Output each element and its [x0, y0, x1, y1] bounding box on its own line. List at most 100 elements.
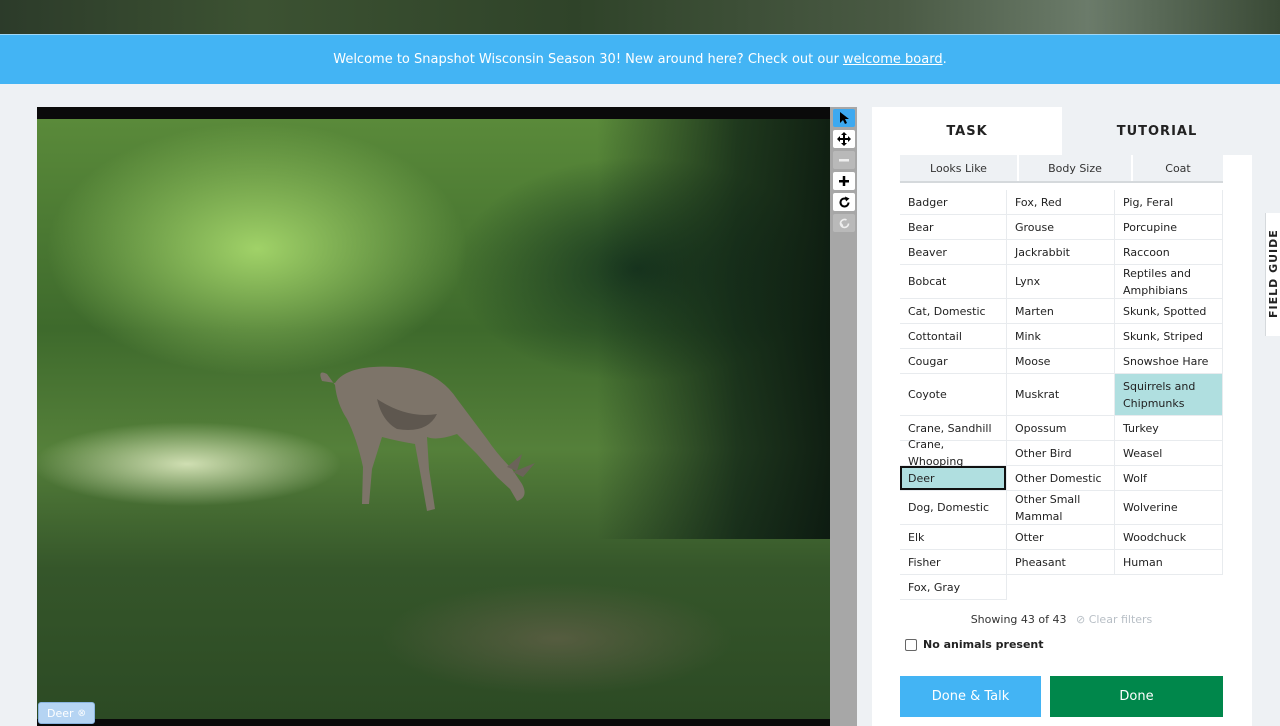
species-choice[interactable]: Moose — [1007, 349, 1115, 374]
task-tabs: TASK TUTORIAL — [872, 107, 1252, 155]
image-shadow — [597, 119, 830, 539]
species-choice-label: Other Small Mammal — [1015, 492, 1081, 523]
species-choice[interactable]: Cottontail — [900, 324, 1007, 349]
species-choice-label: Opossum — [1015, 421, 1067, 435]
filter-looks-like[interactable]: Looks Like — [900, 155, 1019, 181]
zoom-in-icon[interactable] — [833, 172, 855, 190]
tab-tutorial[interactable]: TUTORIAL — [1062, 107, 1252, 155]
species-choice[interactable]: Otter — [1007, 525, 1115, 550]
species-choice-label: Jackrabbit — [1015, 245, 1070, 259]
species-choice-label: Marten — [1015, 304, 1054, 318]
species-choice-label: Coyote — [908, 388, 947, 401]
zoom-out-icon[interactable] — [833, 151, 855, 169]
deer-figure — [320, 366, 535, 511]
species-choice[interactable]: Skunk, Striped — [1115, 324, 1223, 349]
banner-period: . — [942, 52, 947, 67]
empty-cell — [1007, 575, 1115, 600]
species-choice[interactable]: Other Bird — [1007, 441, 1115, 466]
species-choice[interactable]: Coyote — [900, 374, 1007, 416]
species-choice[interactable]: Grouse — [1007, 215, 1115, 240]
species-choice-label: Bobcat — [908, 275, 947, 288]
species-choice-label: Otter — [1015, 530, 1044, 544]
species-choice-label: Raccoon — [1123, 245, 1170, 259]
species-choice-label: Weasel — [1123, 446, 1163, 460]
species-choice[interactable]: Elk — [900, 525, 1007, 550]
species-choice[interactable]: Human — [1115, 550, 1223, 575]
species-choice-label: Badger — [908, 195, 948, 209]
banner-text: Welcome to Snapshot Wisconsin Season 30!… — [333, 52, 839, 67]
species-choice-label: Fisher — [908, 555, 941, 569]
remove-tag-icon[interactable]: ⊗ — [78, 708, 86, 719]
species-choice[interactable]: Bear — [900, 215, 1007, 240]
species-choice-label: Skunk, Spotted — [1123, 304, 1207, 318]
done-button[interactable]: Done — [1050, 676, 1223, 717]
species-choice[interactable]: Marten — [1007, 299, 1115, 324]
species-choice[interactable]: Beaver — [900, 240, 1007, 265]
species-choice[interactable]: Bobcat — [900, 265, 1007, 299]
species-choice-label: Crane, Whooping — [908, 438, 964, 468]
species-choice[interactable]: Skunk, Spotted — [1115, 299, 1223, 324]
species-choice-label: Dog, Domestic — [908, 501, 990, 514]
species-choice[interactable]: Muskrat — [1007, 374, 1115, 416]
species-choice[interactable]: Mink — [1007, 324, 1115, 349]
welcome-board-link[interactable]: welcome board — [843, 52, 943, 67]
species-choice[interactable]: Dog, Domestic — [900, 491, 1007, 525]
clear-filters-link[interactable]: ⊘ Clear filters — [1076, 613, 1152, 626]
subject-image[interactable] — [37, 119, 830, 719]
subject-tag-label: Deer — [47, 706, 74, 720]
species-choice[interactable]: Weasel — [1115, 441, 1223, 466]
species-choice-grid: Badger Fox, Red Pig, Feral Bear Grouse Porcup… — [900, 190, 1223, 600]
species-choice-label: Mink — [1015, 329, 1041, 343]
species-choice[interactable]: Wolf — [1115, 466, 1223, 491]
species-choice[interactable]: Woodchuck — [1115, 525, 1223, 550]
species-choice[interactable]: Lynx — [1007, 265, 1115, 299]
subject-viewer[interactable] — [37, 107, 830, 726]
species-choice-label: Beaver — [908, 245, 947, 259]
species-choice[interactable]: Fox, Red — [1007, 190, 1115, 215]
rotate-icon[interactable] — [833, 193, 855, 211]
done-and-talk-button[interactable]: Done & Talk — [900, 676, 1041, 717]
move-icon[interactable] — [833, 130, 855, 148]
species-choice[interactable]: Crane, Whooping — [900, 438, 1007, 468]
species-choice[interactable]: Snowshoe Hare — [1115, 349, 1223, 374]
species-choice-label: Cat, Domestic — [908, 304, 986, 318]
no-animals-checkbox[interactable] — [905, 638, 917, 651]
species-choice[interactable]: Pheasant — [1007, 550, 1115, 575]
species-choice-label: Porcupine — [1123, 220, 1178, 234]
subject-tag[interactable]: Deer ⊗ — [38, 702, 95, 724]
species-choice[interactable]: Raccoon — [1115, 240, 1223, 265]
no-animals-label: No animals present — [923, 638, 1044, 651]
species-choice[interactable]: Other Small Mammal — [1007, 491, 1115, 525]
species-choice[interactable]: Deer — [900, 466, 1007, 491]
filter-coat[interactable]: Coat — [1133, 155, 1223, 181]
species-choice[interactable]: Wolverine — [1115, 491, 1223, 525]
empty-cell — [1115, 575, 1223, 600]
species-choice[interactable]: Cat, Domestic — [900, 299, 1007, 324]
species-choice[interactable]: Opossum — [1007, 416, 1115, 441]
species-choice[interactable]: Squirrels and Chipmunks — [1115, 374, 1223, 416]
species-choice-label: Elk — [908, 530, 925, 544]
species-choice-label: Wolf — [1123, 471, 1147, 485]
species-choice[interactable]: Fox, Gray — [900, 575, 1007, 600]
showing-count: Showing 43 of 43 — [970, 613, 1067, 626]
species-choice-label: Skunk, Striped — [1123, 329, 1203, 343]
tab-task[interactable]: TASK — [872, 107, 1062, 155]
species-choice-label: Lynx — [1015, 275, 1041, 288]
header-background — [0, 0, 1280, 34]
species-choice[interactable]: Fisher — [900, 550, 1007, 575]
select-arrow-icon[interactable] — [833, 109, 855, 127]
filter-body-size[interactable]: Body Size — [1019, 155, 1133, 181]
species-choice[interactable]: Turkey — [1115, 416, 1223, 441]
no-animals-option[interactable]: No animals present — [905, 638, 1044, 651]
species-choice-label: Squirrels and Chipmunks — [1123, 379, 1196, 410]
species-choice[interactable]: Porcupine — [1115, 215, 1223, 240]
species-choice[interactable]: Pig, Feral — [1115, 190, 1223, 215]
species-choice[interactable]: Jackrabbit — [1007, 240, 1115, 265]
filter-bar: Looks Like Body Size Coat — [900, 155, 1223, 183]
species-choice[interactable]: Badger — [900, 190, 1007, 215]
species-choice[interactable]: Other Domestic — [1007, 466, 1115, 491]
species-choice[interactable]: Cougar — [900, 349, 1007, 374]
reset-icon[interactable] — [833, 214, 855, 232]
field-guide-tab[interactable]: FIELD GUIDE — [1265, 213, 1280, 336]
species-choice[interactable]: Reptiles and Amphibians — [1115, 265, 1223, 299]
